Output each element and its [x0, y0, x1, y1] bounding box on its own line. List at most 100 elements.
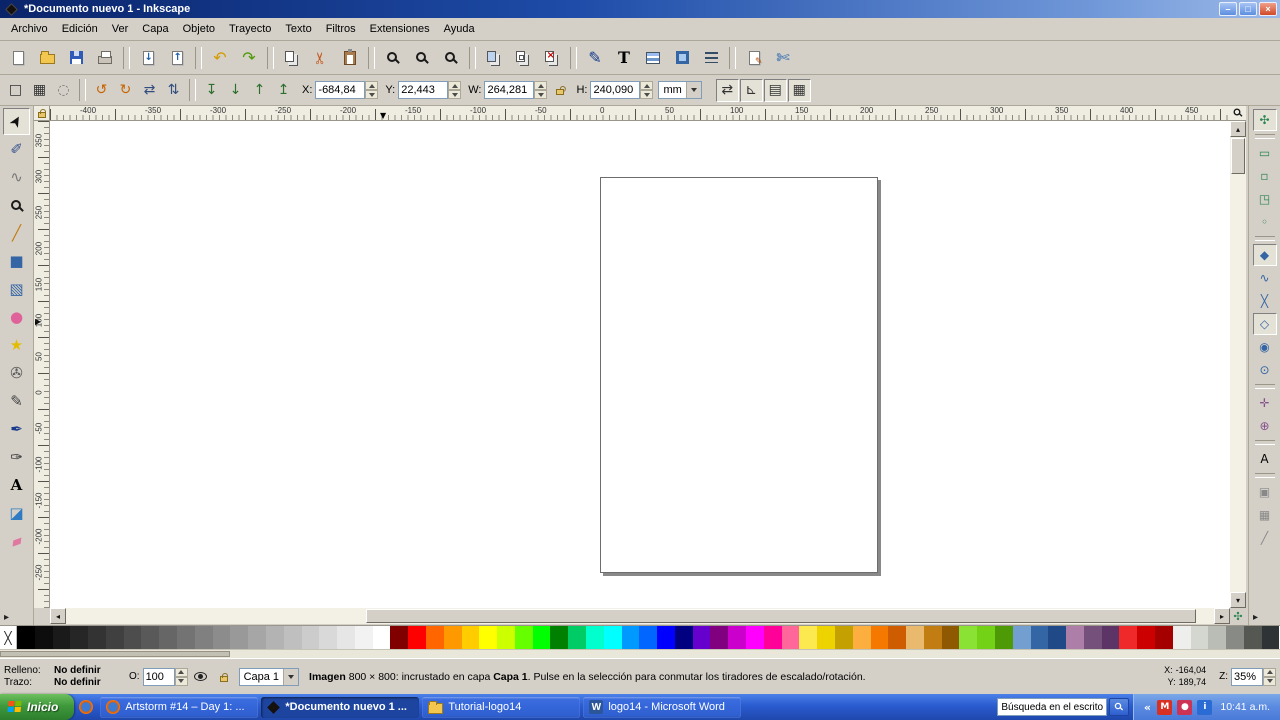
palette-swatch-ff6699[interactable] [781, 626, 800, 649]
spin-down-button[interactable] [448, 90, 462, 99]
palette-swatch-4d4d4d[interactable] [123, 626, 142, 649]
palette-swatch-000080[interactable] [674, 626, 693, 649]
align-distribute-button[interactable] [697, 44, 725, 72]
rotate-cw-button[interactable]: ↻ [114, 79, 137, 102]
snap-enable-toggle[interactable]: ✣ [1252, 109, 1277, 131]
search-button[interactable] [1109, 698, 1130, 716]
palette-swatch-ff00ff[interactable] [746, 626, 764, 649]
text-tool[interactable]: A [3, 472, 30, 499]
palette-swatch-cccccc[interactable] [301, 626, 320, 649]
menu-objeto[interactable]: Objeto [176, 20, 222, 38]
palette-none-swatch[interactable]: ╳ [0, 626, 17, 649]
opacity-field[interactable] [142, 667, 175, 686]
spin-down-button[interactable] [640, 90, 654, 99]
snap-object-centers-toggle[interactable]: ✛ [1253, 392, 1277, 414]
page[interactable] [600, 177, 878, 573]
palette-swatch-4e9a06[interactable] [994, 626, 1013, 649]
transform-stroke-toggle[interactable]: ⇄ [715, 78, 739, 102]
flip-horizontal-button[interactable]: ⇄ [138, 79, 161, 102]
maximize-button[interactable]: □ [1239, 2, 1257, 16]
menu-filtros[interactable]: Filtros [319, 20, 363, 38]
menu-capa[interactable]: Capa [135, 20, 175, 38]
transform-patterns-toggle[interactable]: ▦ [787, 78, 811, 102]
palette-swatch-c4a000[interactable] [834, 626, 853, 649]
raise-button[interactable]: ↑ [248, 79, 271, 102]
menu-extensiones[interactable]: Extensiones [363, 20, 437, 38]
palette-swatch-fce94f[interactable] [799, 626, 818, 649]
palette-swatch-fcaf3e[interactable] [852, 626, 871, 649]
palette-swatch-ccff00[interactable] [497, 626, 515, 649]
vertical-ruler[interactable]: ▶ 350 300 250 200 150 100 50 0 -50 -100 -150 -200 -2… [34, 121, 50, 608]
spin-down-button[interactable] [1263, 676, 1276, 686]
ellipse-tool[interactable]: ● [3, 304, 30, 331]
palette-swatch-0066ff[interactable] [639, 626, 658, 649]
rotate-ccw-button[interactable]: ↺ [90, 79, 113, 102]
tray-mail-icon[interactable]: M [1157, 699, 1173, 715]
spin-up-button[interactable] [365, 81, 379, 90]
y-field[interactable] [398, 81, 449, 99]
palette-swatch-808080[interactable] [194, 626, 213, 649]
measure-tool[interactable]: ╱ [3, 220, 30, 247]
palette-swatch-f2f2f2[interactable] [354, 626, 373, 649]
palette-swatch-00ffff[interactable] [603, 626, 622, 649]
opacity-spinner[interactable] [174, 667, 188, 686]
palette-swatch-73d216[interactable] [977, 626, 995, 649]
palette-swatch-ff6600[interactable] [425, 626, 444, 649]
palette-swatch-262626[interactable] [70, 626, 89, 649]
taskbar-task-logo14-microsoft-word[interactable]: Wlogo14 - Microsoft Word [583, 696, 742, 718]
unlink-clone-button[interactable] [538, 44, 566, 72]
menu-texto[interactable]: Texto [278, 20, 318, 38]
snap-corner-button[interactable]: ✣ [1230, 608, 1246, 624]
tray-info-icon[interactable]: i [1197, 699, 1213, 715]
flip-vertical-button[interactable]: ⇅ [162, 79, 185, 102]
guides-lock-button[interactable] [34, 106, 50, 121]
spin-down-button[interactable] [365, 90, 379, 99]
snap-bbox-toggle[interactable]: ▭ [1253, 142, 1277, 164]
redo-button[interactable]: ↷ [235, 44, 263, 72]
spin-up-button[interactable] [640, 81, 654, 90]
palette-swatch-8c8c8c[interactable] [212, 626, 231, 649]
menu-edicion[interactable]: Edición [55, 20, 105, 38]
pencil-tool[interactable]: ✎ [3, 388, 30, 415]
palette-swatch-ffff00[interactable] [479, 626, 498, 649]
palette-swatch-800080[interactable] [710, 626, 729, 649]
snap-bbox-midpoints-toggle[interactable]: ◦ [1253, 211, 1277, 233]
palette-swatch-8f5902[interactable] [941, 626, 960, 649]
palette-scrollbar[interactable] [0, 649, 1280, 658]
raise-to-top-button[interactable]: ↥ [272, 79, 295, 102]
palette-swatch-204a87[interactable] [1048, 626, 1067, 649]
new-document-button[interactable] [4, 44, 32, 72]
vertical-scrollbar[interactable]: ▴ ▾ [1230, 121, 1246, 608]
horizontal-scroll-thumb[interactable] [366, 609, 1196, 623]
close-button[interactable]: × [1259, 2, 1277, 16]
snap-page-border-toggle[interactable]: ▣ [1253, 481, 1277, 503]
palette-swatch-babdb6[interactable] [1208, 626, 1227, 649]
palette-swatch-8ae234[interactable] [959, 626, 978, 649]
palette-swatch-008000[interactable] [550, 626, 569, 649]
tweak-tool[interactable]: ∿ [3, 164, 30, 191]
print-button[interactable] [91, 44, 119, 72]
palette-swatch-000000[interactable] [17, 626, 35, 649]
lower-button[interactable]: ↓ [224, 79, 247, 102]
palette-swatch-d3d7cf[interactable] [1190, 626, 1209, 649]
palette-swatch-00ffcc[interactable] [586, 626, 604, 649]
spin-down-button[interactable] [534, 90, 548, 99]
palette-swatch-c17d11[interactable] [923, 626, 942, 649]
calligraphy-tool[interactable]: ✑ [3, 444, 30, 471]
palette-swatch-737373[interactable] [177, 626, 195, 649]
palette-swatch-ad7fa8[interactable] [1066, 626, 1084, 649]
palette-swatch-729fcf[interactable] [1012, 626, 1031, 649]
palette-swatch-5c3566[interactable] [1101, 626, 1120, 649]
snapbar-expander[interactable]: ▸ [1249, 610, 1262, 625]
duplicate-button[interactable] [480, 44, 508, 72]
open-document-button[interactable] [33, 44, 61, 72]
palette-swatch-d9d9d9[interactable] [319, 626, 338, 649]
palette-swatch-ffcc00[interactable] [461, 626, 480, 649]
menu-ayuda[interactable]: Ayuda [437, 20, 482, 38]
snap-nodes-toggle[interactable]: ◆ [1252, 244, 1277, 266]
palette-swatch-cc00cc[interactable] [728, 626, 747, 649]
taskbar-task-documento-nuevo-1[interactable]: *Documento nuevo 1 ... [261, 696, 420, 718]
palette-swatch-555753[interactable] [1243, 626, 1262, 649]
snap-guides-toggle[interactable]: ╱ [1253, 527, 1277, 549]
text-and-font-button[interactable]: T [610, 44, 638, 72]
